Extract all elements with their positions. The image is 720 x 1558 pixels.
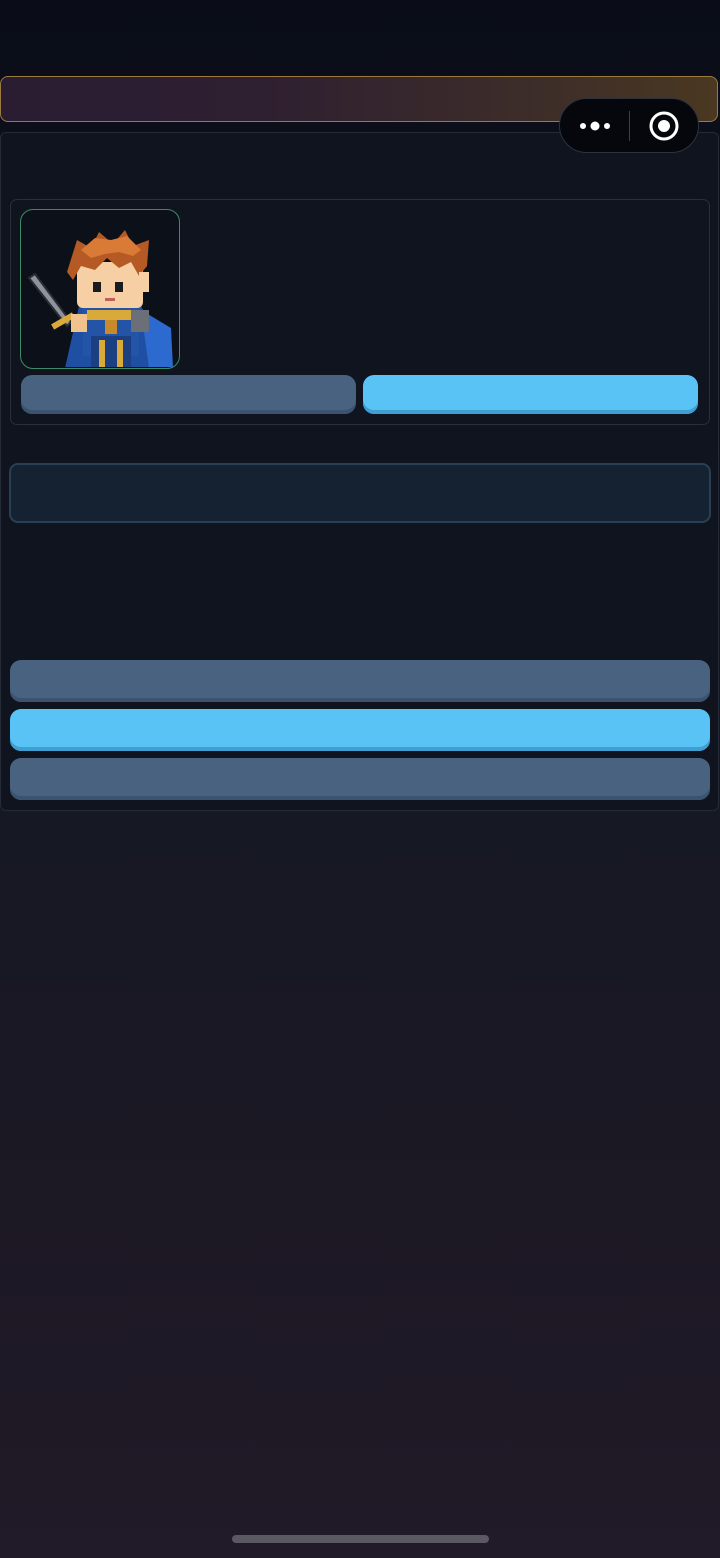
- action-button-2[interactable]: [10, 709, 710, 751]
- home-indicator[interactable]: [232, 1535, 489, 1543]
- pixel-knight-icon: [21, 210, 179, 367]
- circle-target-icon: [648, 110, 680, 142]
- hero-secondary-button[interactable]: [21, 375, 356, 414]
- hero-portrait[interactable]: [20, 209, 180, 369]
- close-mini-program-button[interactable]: [630, 99, 698, 152]
- text-input-field[interactable]: [9, 463, 711, 523]
- more-dots-icon: [579, 120, 611, 132]
- hero-primary-button[interactable]: [363, 375, 698, 414]
- more-menu-button[interactable]: [560, 99, 629, 152]
- action-button-1[interactable]: [10, 660, 710, 702]
- window-capsule: [559, 98, 699, 153]
- action-button-3[interactable]: [10, 758, 710, 800]
